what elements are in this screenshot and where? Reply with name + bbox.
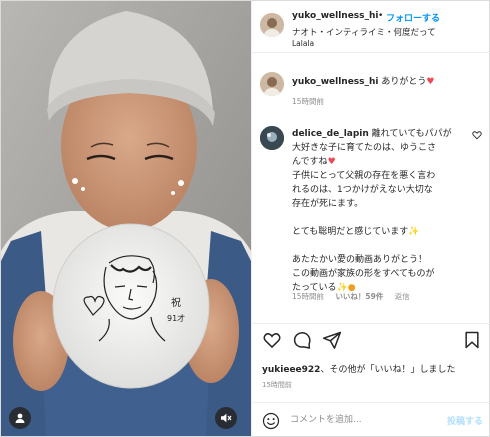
liked-by-text[interactable]: 、その他が「いいね！」しました <box>320 365 455 375</box>
comments-list: yuko_wellness_hi ありがとう♥ 15時間前 delice_de_… <box>252 54 490 324</box>
comment-likes[interactable]: いいね！59件 <box>335 292 383 301</box>
comment-like-icon[interactable] <box>472 130 482 140</box>
comment-icon[interactable] <box>292 330 312 350</box>
comment-input[interactable] <box>290 411 440 429</box>
post-header: yuko_wellness_hi • フォローする ナオト・インティライミ・何度… <box>252 1 490 53</box>
reply-button[interactable]: 返信 <box>395 292 410 301</box>
location-link[interactable]: Lalala <box>292 39 314 48</box>
post-actions: yukieee922、その他が「いいね！」しました 15時間前 <box>252 323 490 398</box>
comment-meta: 15時間前 いいね！59件 返信 <box>292 291 419 302</box>
instagram-post-modal: 祝 91才 yuko_wellness_hi • フォローする ナオト・インティ… <box>0 0 490 437</box>
drawing-caption-1: 祝 <box>171 296 181 309</box>
comment-composer: 投稿する <box>252 402 490 436</box>
header-separator: • <box>378 11 384 21</box>
share-icon[interactable] <box>322 330 342 350</box>
author-avatar[interactable] <box>260 13 284 37</box>
comment-line: 大好きな子に育てたのは、ゆうこさ <box>292 143 437 153</box>
sparkle-emoji: ✨ <box>408 227 420 237</box>
comment-avatar[interactable] <box>260 72 284 96</box>
comment-username[interactable]: yuko_wellness_hi <box>292 77 379 87</box>
follow-button[interactable]: フォローする <box>386 11 440 24</box>
comment-item: yuko_wellness_hi ありがとう♥ <box>292 74 434 87</box>
comment-time[interactable]: 15時間前 <box>292 96 324 107</box>
red-heart-emoji: ♥ <box>327 157 336 167</box>
bookmark-icon[interactable] <box>462 330 482 350</box>
comment-line: 子供にとって父親の存在を悪く言わ <box>292 171 436 181</box>
liked-by-summary: yukieee922、その他が「いいね！」しました <box>262 362 455 375</box>
post-video[interactable]: 祝 91才 <box>1 1 251 436</box>
tagged-users-button[interactable] <box>9 407 31 429</box>
emoji-icon[interactable] <box>262 412 280 430</box>
post-comment-button[interactable]: 投稿する <box>447 414 483 427</box>
mute-toggle-button[interactable] <box>215 407 237 429</box>
red-heart-emoji: ♥ <box>426 77 435 87</box>
comment-line: んですね <box>292 157 328 167</box>
comment-line: 離れていてもパパが <box>371 129 452 139</box>
comment-username[interactable]: delice_de_lapin <box>292 129 369 139</box>
comment-text: ありがとう <box>381 77 427 87</box>
drawing-caption-2: 91才 <box>167 313 185 323</box>
comment-line: 存在が死にます。 <box>292 199 364 209</box>
comment-line: あたたかい愛の動画ありがとう！ <box>292 255 428 265</box>
comment-item: delice_de_lapin 離れていてもパパが 大好きな子に育てたのは、ゆう… <box>292 127 470 295</box>
comment-line: この動画が家族の形をすべてものが <box>292 269 435 279</box>
speaker-muted-icon <box>221 413 232 423</box>
comment-line: れるのは、1つかけがえない大切な <box>292 185 433 195</box>
comment-time[interactable]: 15時間前 <box>292 292 324 301</box>
comment-avatar[interactable] <box>260 126 284 150</box>
video-frame: 祝 91才 <box>1 1 251 436</box>
comment-line <box>292 211 470 225</box>
comment-line: とても聡明だと感じています <box>292 227 409 237</box>
author-username[interactable]: yuko_wellness_hi <box>292 11 379 21</box>
post-detail-panel: yuko_wellness_hi • フォローする ナオト・インティライミ・何度… <box>251 1 490 436</box>
liked-by-username[interactable]: yukieee922 <box>262 365 320 375</box>
comment-line <box>292 239 470 253</box>
post-timestamp[interactable]: 15時間前 <box>262 380 292 390</box>
user-tag-icon <box>15 413 25 423</box>
heart-icon[interactable] <box>262 330 282 350</box>
audio-track-link[interactable]: ナオト・インティライミ・何度だって <box>292 26 436 38</box>
